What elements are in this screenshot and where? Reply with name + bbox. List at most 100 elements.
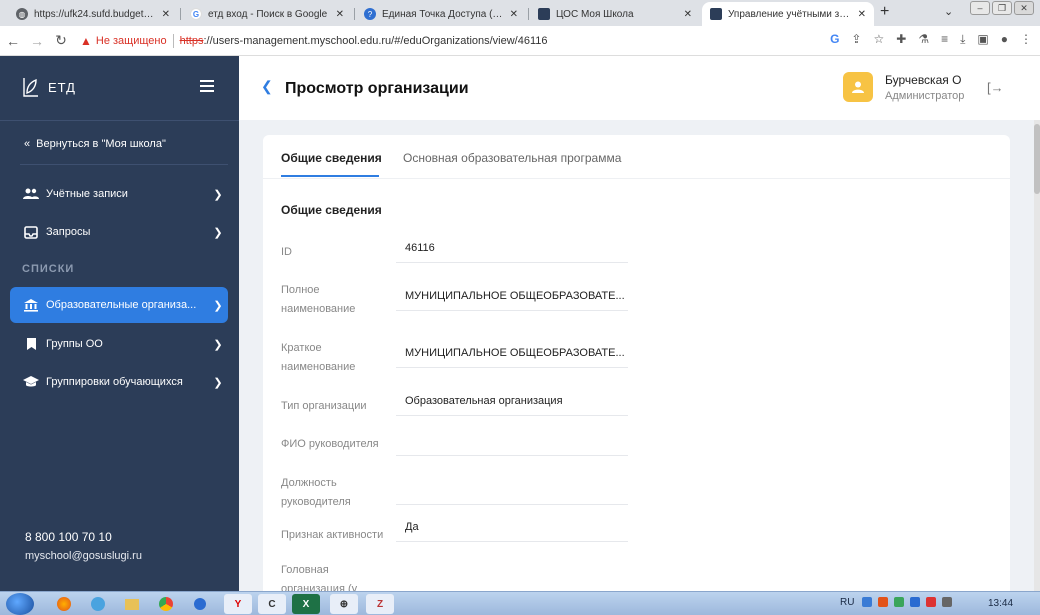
chevron-right-icon: ❯ (213, 376, 223, 389)
chevron-down-icon[interactable]: ⌄ (944, 5, 953, 18)
sidebar-item-label: Учётные записи (46, 188, 128, 200)
playlist-icon[interactable]: ≡ (941, 32, 948, 47)
back-arrow-icon[interactable]: ← (2, 33, 24, 49)
browser-tab-title: Единая Точка Доступа (ЕТД) - (382, 8, 504, 20)
app-icon[interactable]: ⊕ (330, 594, 358, 614)
field-label-director-position: Должность руководителя (281, 477, 351, 508)
field-value-director-position (396, 481, 628, 505)
section-title: Общие сведения (281, 203, 382, 217)
close-window-button[interactable]: ✕ (1014, 1, 1034, 15)
help-icon: ? (364, 8, 376, 20)
tray-app-icon[interactable] (878, 597, 888, 607)
chrome-icon[interactable] (152, 594, 180, 614)
tray-app-icon[interactable] (910, 597, 920, 607)
reload-icon[interactable]: ↻ (50, 32, 72, 49)
close-icon[interactable]: ✕ (162, 9, 170, 20)
browser-tab[interactable]: G етд вход - Поиск в Google ✕ (182, 2, 352, 26)
star-icon[interactable]: ☆ (873, 32, 884, 47)
tray-app-icon[interactable] (894, 597, 904, 607)
hamburger-menu-icon[interactable] (200, 80, 214, 95)
main-content: Общие сведения Основная образовательная … (239, 120, 1034, 605)
new-tab-button[interactable]: + (880, 3, 889, 21)
forward-arrow-icon[interactable]: → (26, 33, 48, 49)
tab-main-edu-program[interactable]: Основная образовательная программа (403, 151, 621, 165)
browser-icon[interactable] (84, 594, 112, 614)
close-icon[interactable]: ✕ (336, 9, 344, 20)
google-icon[interactable]: G (830, 32, 839, 47)
browser-tab-title: Управление учётными записями (728, 8, 852, 20)
warning-icon[interactable]: ▲ (80, 34, 92, 48)
app-c-icon[interactable]: C (258, 594, 286, 614)
sidebar-item-requests[interactable]: Запросы ❯ (10, 214, 228, 250)
browser-tab[interactable]: ◍ https://ufk24.sufd.budget.gov.r ✕ (8, 2, 178, 26)
tab-separator (528, 8, 529, 20)
field-label-id: ID (281, 246, 292, 258)
avatar[interactable] (843, 72, 873, 102)
app-icon[interactable] (186, 594, 214, 614)
sidebar-item-accounts[interactable]: Учётные записи ❯ (10, 176, 228, 212)
app-icon[interactable]: Z (366, 594, 394, 614)
profile-icon[interactable]: ● (1001, 32, 1008, 47)
page-header: ❮ Просмотр организации Бурчевская О Адми… (239, 56, 1040, 120)
volume-icon[interactable] (942, 597, 952, 607)
close-icon[interactable]: ✕ (510, 9, 518, 20)
logo[interactable]: ЕТД (22, 76, 76, 98)
chevron-right-icon: ❯ (213, 299, 223, 312)
close-icon[interactable]: ✕ (684, 9, 692, 20)
minimize-button[interactable]: – (970, 1, 990, 15)
browser-tab[interactable]: ? Единая Точка Доступа (ЕТД) - ✕ (356, 2, 526, 26)
share-icon[interactable]: ⇪ (851, 32, 861, 47)
url-protocol: https (179, 34, 204, 47)
start-button[interactable] (6, 593, 34, 615)
chevron-right-icon: ❯ (213, 338, 223, 351)
download-icon[interactable]: ⤓ (960, 32, 965, 47)
field-value-id: 46116 (396, 239, 628, 263)
tray-app-icon[interactable] (862, 597, 872, 607)
globe-icon: ◍ (16, 8, 28, 20)
browser-tab-title: ЦОС Моя Школа (556, 8, 634, 20)
active-tab-indicator (281, 175, 379, 177)
graduation-cap-icon (22, 376, 40, 388)
users-icon (710, 8, 722, 20)
school-icon (538, 8, 550, 20)
browser-tab-active[interactable]: Управление учётными записями ✕ (702, 2, 874, 26)
file-explorer-icon[interactable] (118, 594, 146, 614)
logout-icon[interactable]: [→ (987, 80, 1004, 95)
double-chevron-left-icon: « (24, 138, 31, 150)
back-to-myschool-link[interactable]: « Вернуться в "Моя школа" (24, 138, 166, 150)
firefox-icon[interactable] (50, 594, 78, 614)
security-label[interactable]: Не защищено (96, 35, 167, 47)
sidebar-item-student-groupings[interactable]: Группировки обучающихся ❯ (10, 364, 228, 400)
support-email[interactable]: myschool@gosuslugi.ru (25, 550, 142, 562)
back-link-label: Вернуться в "Моя школа" (36, 138, 166, 150)
logo-text: ЕТД (48, 79, 76, 95)
field-label-full-name: Полное наименование (281, 284, 356, 315)
tray-app-icon[interactable] (926, 597, 936, 607)
browser-tab[interactable]: ЦОС Моя Школа ✕ (530, 2, 700, 26)
url-field[interactable]: https://users-management.myschool.edu.ru… (180, 35, 548, 47)
excel-icon[interactable]: X (292, 594, 320, 614)
back-chevron-icon[interactable]: ❮ (261, 78, 273, 95)
field-label-active-flag: Признак активности (281, 529, 384, 541)
scrollbar-thumb[interactable] (1034, 124, 1040, 194)
support-phone[interactable]: 8 800 100 70 10 (25, 530, 142, 544)
sidepanel-icon[interactable]: ▣ (977, 32, 988, 47)
yandex-icon[interactable]: Y (224, 594, 252, 614)
divider (0, 120, 239, 121)
sidebar-item-oo-groups[interactable]: Группы ОО ❯ (10, 326, 228, 362)
sidebar-item-edu-organizations[interactable]: Образовательные организа... ❯ (10, 287, 228, 323)
sidebar: ЕТД « Вернуться в "Моя школа" Учётные за… (0, 56, 239, 591)
extensions-icon[interactable]: ✚ (896, 32, 906, 47)
clock[interactable]: 13:44 (988, 598, 1013, 609)
restore-button[interactable]: ❐ (992, 1, 1012, 15)
close-icon[interactable]: ✕ (858, 9, 866, 20)
users-icon (22, 188, 40, 200)
organization-card: Общие сведения Основная образовательная … (263, 135, 1010, 605)
menu-dots-icon[interactable]: ⋮ (1020, 32, 1032, 47)
field-label-director-name: ФИО руководителя (281, 438, 379, 450)
tab-general-info[interactable]: Общие сведения (281, 151, 382, 165)
url-path: ://users-management.myschool.edu.ru/#/ed… (203, 34, 548, 47)
flask-icon[interactable]: ⚗ (918, 32, 929, 47)
field-value-active-flag: Да (396, 518, 628, 542)
language-indicator[interactable]: RU (840, 597, 854, 608)
